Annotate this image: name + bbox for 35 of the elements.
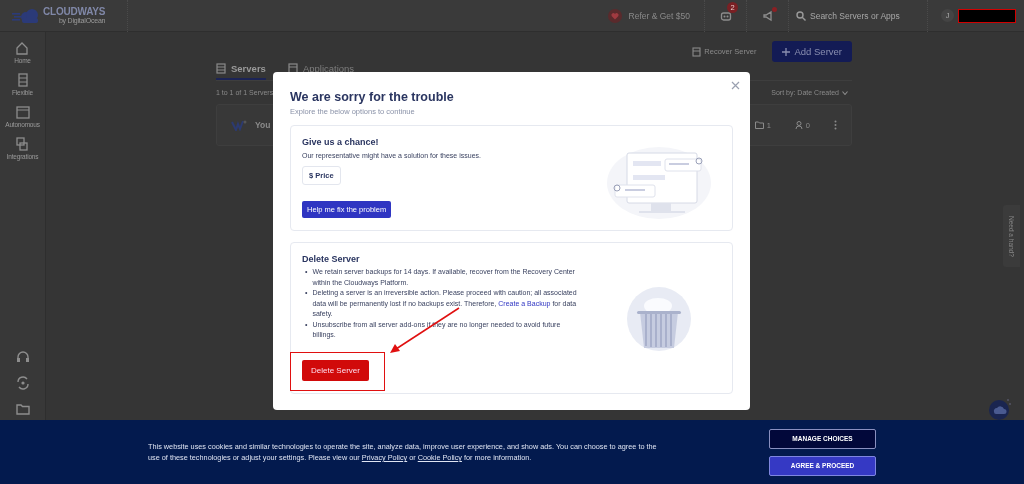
dialog-title: We are sorry for the trouble [290, 89, 455, 105]
more-icon[interactable] [834, 120, 837, 130]
server-icon [692, 46, 702, 57]
tab[interactable]: Servers [216, 63, 266, 80]
logo-text: CLOUDWAYS [43, 7, 106, 17]
cloud-logo-icon [12, 7, 40, 24]
close-icon[interactable] [731, 81, 740, 90]
home-icon [14, 40, 31, 56]
window-icon [287, 63, 298, 74]
folder-icon [754, 121, 764, 129]
add-server-button[interactable]: Add Server [772, 41, 852, 62]
caret-icon [842, 90, 848, 95]
redacted-box [958, 8, 1016, 23]
card-title: Give us a chance! [302, 137, 379, 147]
refresh-icon[interactable] [14, 375, 31, 391]
robot-icon [720, 9, 732, 22]
chat-bubble-icon[interactable] [988, 397, 1012, 421]
trash-bin-drawing [626, 286, 692, 352]
headset-icon[interactable] [14, 349, 31, 365]
alert-dot [772, 6, 777, 12]
delete-server-button[interactable]: Delete Server [302, 359, 369, 381]
card-title: Delete Server [302, 254, 360, 264]
server-logo-icon [231, 119, 247, 131]
refer-link[interactable]: Refer & Get $50 [628, 10, 690, 21]
user-icon [794, 121, 803, 129]
tab[interactable]: Applications [287, 63, 355, 74]
search-icon [796, 10, 806, 21]
folder-icon[interactable] [14, 401, 31, 417]
window-icon [14, 104, 31, 120]
search-field[interactable]: Search Servers or Apps [810, 10, 915, 21]
plus-icon [782, 47, 791, 56]
megaphone-icon [762, 9, 774, 22]
integrations-icon [14, 136, 31, 152]
server-name: You [255, 120, 271, 130]
server-icon [216, 63, 226, 74]
